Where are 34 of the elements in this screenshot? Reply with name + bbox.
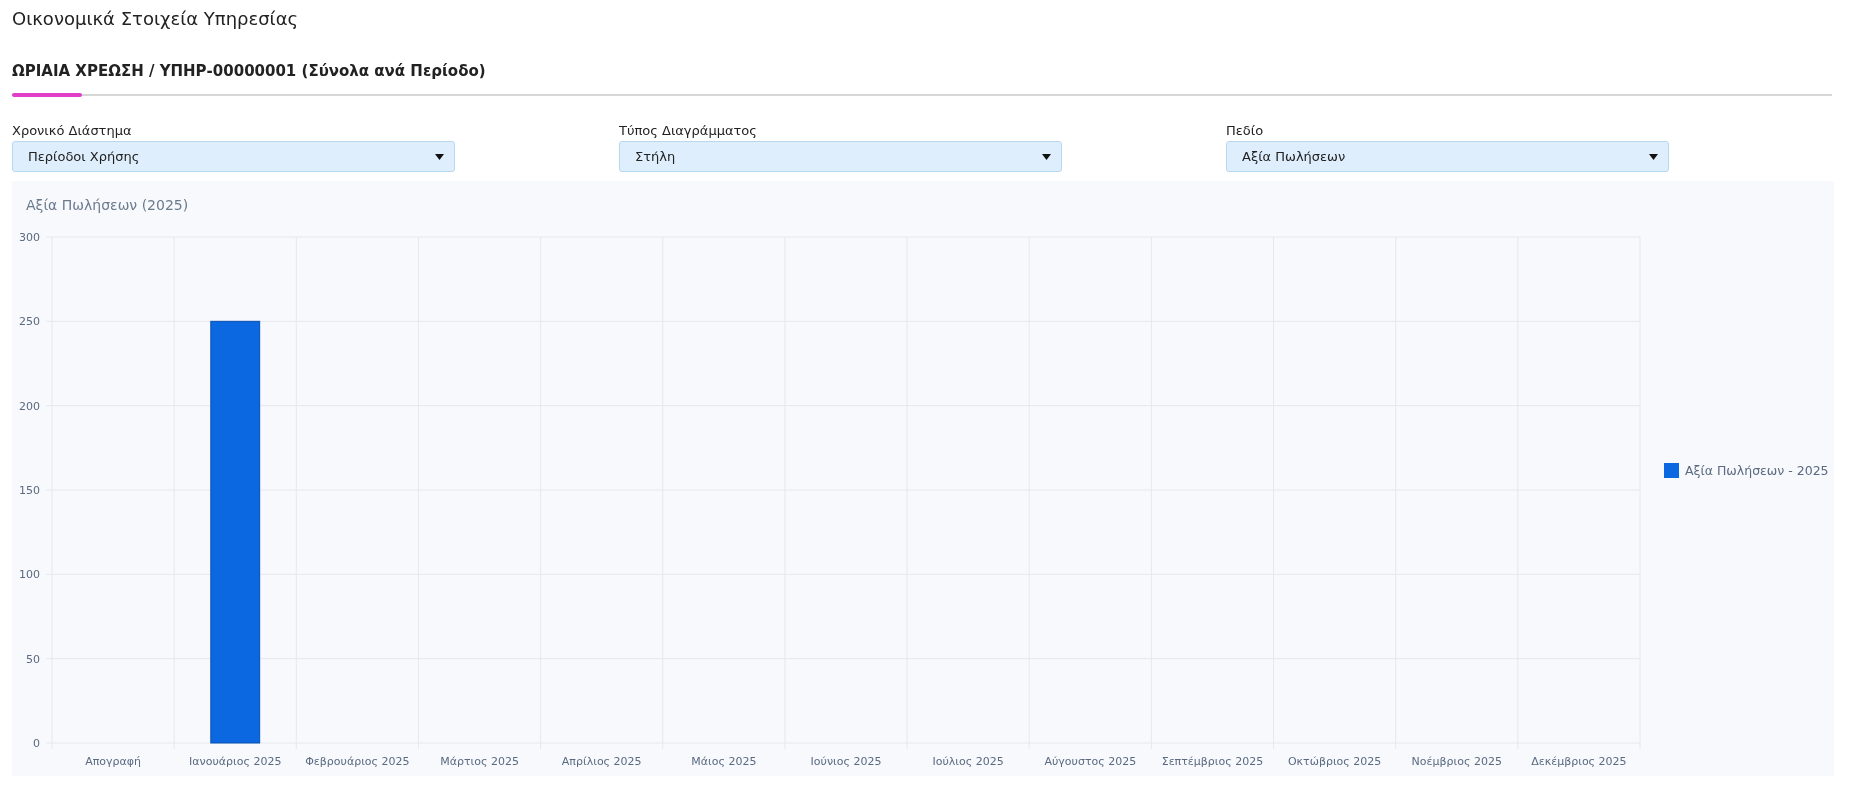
active-tab-indicator <box>12 93 82 97</box>
legend-label: Αξία Πωλήσεων - 2025 <box>1685 463 1829 478</box>
axis-category-label: Ιανουάριος 2025 <box>189 755 282 768</box>
axis-category-label: Μάρτιος 2025 <box>440 755 519 768</box>
axis-category-label: Νοέμβριος 2025 <box>1411 755 1502 768</box>
tab[interactable]: ΩΡΙΑΙΑ ΧΡΕΩΣΗ / ΥΠΗΡ-00000001 (Σύνολα ανά Περίοδο) <box>12 62 486 94</box>
axis-tick-label: 250 <box>19 315 40 329</box>
dropdown[interactable]: Στήλη <box>619 141 1062 172</box>
field-label: Χρονικό Διάστημα <box>12 123 132 138</box>
axis-tick-label: 200 <box>19 399 40 413</box>
axis-category-label: Οκτώβριος 2025 <box>1287 755 1382 768</box>
caret-icon <box>1042 153 1051 160</box>
dropdown[interactable]: Αξία Πωλήσεων <box>1226 141 1669 172</box>
axis-category-label: Σεπτέμβριος 2025 <box>1161 755 1264 768</box>
field-label: Τύπος Διαγράμματος <box>619 123 757 138</box>
axis-category-label: Απρίλιος 2025 <box>561 755 642 768</box>
field-label: Πεδίο <box>1226 123 1264 138</box>
axis-category-label: Μάιος 2025 <box>691 755 757 768</box>
dropdown[interactable]: Περίοδοι Χρήσης <box>12 141 455 172</box>
caret-icon <box>435 153 444 160</box>
axis-category-label: Φεβρουάριος 2025 <box>305 755 410 768</box>
axis-tick-label: 300 <box>19 231 40 244</box>
axis-category-label: Απογραφή <box>85 755 141 768</box>
axis-tick-label: 0 <box>33 737 40 750</box>
axis-category-label: Αύγουστος 2025 <box>1044 755 1137 768</box>
axis-category-label: Δεκέμβριος 2025 <box>1531 755 1627 768</box>
axis-tick-label: 150 <box>19 484 40 497</box>
chart-title: Αξία Πωλήσεων (2025) <box>26 197 189 213</box>
axis-category-label: Ιούνιος 2025 <box>810 755 882 768</box>
axis-tick-label: 50 <box>26 652 40 666</box>
caret-icon <box>1649 153 1658 160</box>
page-title: Οικονομικά Στοιχεία Υπηρεσίας <box>12 7 299 31</box>
axis-tick-label: 100 <box>19 568 40 582</box>
axis-category-label: Ιούλιος 2025 <box>932 755 1004 768</box>
